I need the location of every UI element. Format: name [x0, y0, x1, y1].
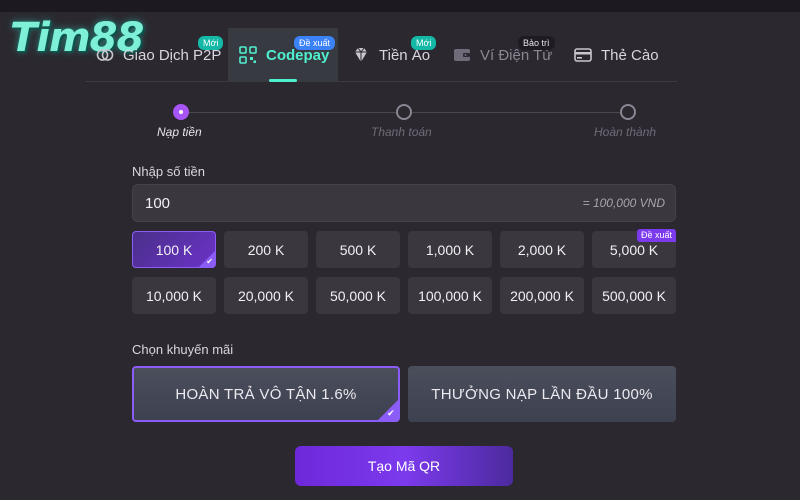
- promo-option-hoan-tra[interactable]: HOÀN TRẢ VÔ TẬN 1.6% ✔: [132, 366, 400, 422]
- amount-field: = 100,000 VND: [132, 184, 676, 222]
- converted-amount: = 100,000 VND: [582, 196, 665, 210]
- chip-label: 500,000 K: [602, 287, 666, 304]
- promo-option-label: THƯỞNG NẠP LẦN ĐẦU 100%: [431, 385, 653, 403]
- new-badge: Mới: [198, 36, 224, 50]
- create-qr-button[interactable]: Tạo Mã QR: [295, 446, 513, 486]
- amount-chip-500k[interactable]: 500 K: [316, 231, 400, 268]
- recommended-tag: Đề xuất: [636, 229, 676, 242]
- new-badge: Mới: [411, 36, 437, 50]
- tab-codepay[interactable]: Codepay Đề xuất: [228, 28, 338, 82]
- step-connector: [188, 112, 396, 113]
- chip-label: 200,000 K: [510, 287, 574, 304]
- amount-chip-100000k[interactable]: 100,000 K: [408, 277, 492, 314]
- step-label-thanh-toan: Thanh toán: [371, 125, 432, 139]
- step-label-nap-tien: Nạp tiền: [157, 125, 202, 139]
- promo-option-thuong-nap[interactable]: THƯỞNG NẠP LẦN ĐẦU 100%: [408, 366, 676, 422]
- chip-label: 500 K: [339, 241, 377, 258]
- wallet-icon: [452, 45, 472, 65]
- chip-label: 100 K: [155, 241, 193, 258]
- amount-chip-200000k[interactable]: 200,000 K: [500, 277, 584, 314]
- step-dot-thanh-toan: [396, 104, 412, 120]
- chip-label: 10,000 K: [145, 287, 203, 304]
- step-dot-hoan-thanh: [620, 104, 636, 120]
- promo-option-label: HOÀN TRẢ VÔ TẬN 1.6%: [175, 385, 357, 403]
- amount-chip-2000k[interactable]: 2,000 K: [500, 231, 584, 268]
- amount-chip-10000k[interactable]: 10,000 K: [132, 277, 216, 314]
- amount-chip-20000k[interactable]: 20,000 K: [224, 277, 308, 314]
- tab-the-cao[interactable]: Thẻ Cào: [563, 28, 663, 82]
- payment-method-tabs: Giao Dịch P2P Mới Codepay Đề xuất Tiền Ả…: [85, 28, 677, 82]
- amount-input[interactable]: [145, 185, 525, 221]
- amount-chip-200k[interactable]: 200 K: [224, 231, 308, 268]
- check-icon: ✔: [387, 408, 395, 418]
- amount-chip-500000k[interactable]: 500,000 K: [592, 277, 676, 314]
- tab-tien-ao[interactable]: Tiền Ảo Mới: [341, 28, 437, 82]
- tab-giao-dich-p2p[interactable]: Giao Dịch P2P Mới: [85, 28, 227, 82]
- chip-label: 50,000 K: [329, 287, 387, 304]
- chip-label: 20,000 K: [237, 287, 295, 304]
- tab-vi-dien-tu[interactable]: Ví Điện Tử Bảo trì: [442, 28, 558, 82]
- promo-label: Chọn khuyến mãi: [132, 342, 234, 357]
- qr-code-icon: [238, 45, 258, 65]
- amount-label: Nhập số tiền: [132, 164, 205, 179]
- tab-label: Thẻ Cào: [601, 46, 659, 64]
- step-label-hoan-thanh: Hoàn thành: [594, 125, 657, 139]
- maintenance-badge: Bảo trì: [518, 36, 555, 50]
- chip-label: 1,000 K: [425, 241, 475, 258]
- chip-label: 5,000 K: [609, 241, 659, 258]
- amount-chip-5000k[interactable]: 5,000 K Đề xuất: [592, 229, 676, 268]
- card-icon: [573, 45, 593, 65]
- step-dot-nap-tien: [173, 104, 189, 120]
- crypto-gem-icon: [351, 45, 371, 65]
- chip-label: 2,000 K: [517, 241, 567, 258]
- progress-stepper: Nạp tiền Thanh toán Hoàn thành: [130, 100, 678, 140]
- check-icon: ✔: [206, 257, 213, 266]
- step-connector: [412, 112, 620, 113]
- amount-chip-100k[interactable]: 100 K ✔: [132, 231, 216, 268]
- amount-chip-1000k[interactable]: 1,000 K: [408, 231, 492, 268]
- chip-label: 100,000 K: [418, 287, 482, 304]
- chip-label: 200 K: [247, 241, 285, 258]
- recommended-badge: Đề xuất: [294, 36, 336, 50]
- amount-chip-50000k[interactable]: 50,000 K: [316, 277, 400, 314]
- p2p-coins-icon: [95, 45, 115, 65]
